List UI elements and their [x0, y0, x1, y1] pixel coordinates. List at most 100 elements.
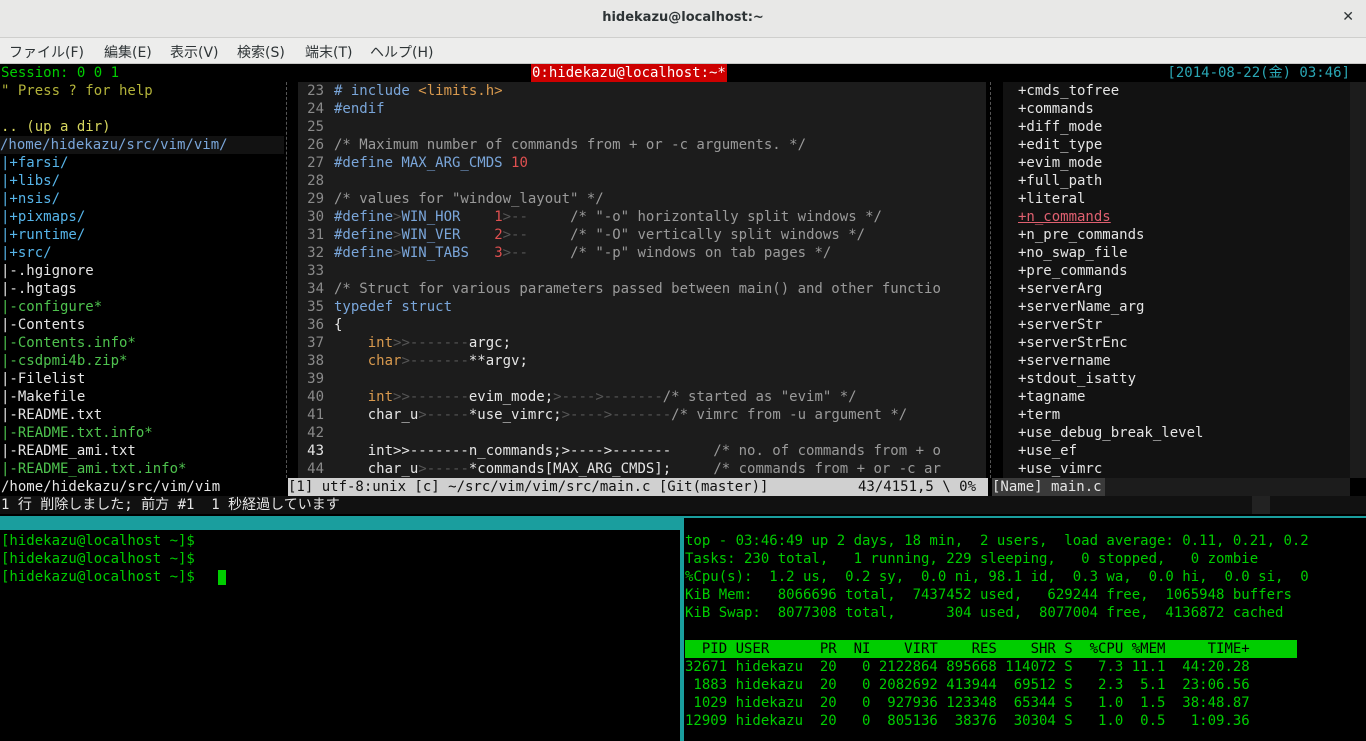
taglist-item[interactable]: +no_swap_file: [1018, 244, 1128, 262]
explorer-item[interactable]: |-Filelist: [1, 370, 85, 388]
menu-search[interactable]: 検索(S): [237, 42, 285, 62]
editor-code-line[interactable]: int>>-------evim_mode;>---->-------/* st…: [334, 388, 984, 406]
taglist-item[interactable]: +commands: [1018, 100, 1094, 118]
editor-code-line[interactable]: /* Struct for various parameters passed …: [334, 280, 984, 298]
editor-code-line[interactable]: {: [334, 316, 984, 334]
taglist-item[interactable]: +pre_commands: [1018, 262, 1128, 280]
taglist-item[interactable]: +edit_type: [1018, 136, 1102, 154]
code-token: int: [367, 335, 394, 351]
terminal-area[interactable]: Session: 0 0 1 0:hidekazu@localhost:~* […: [0, 64, 1366, 741]
taglist-item[interactable]: +servername: [1018, 352, 1111, 370]
editor-code-line[interactable]: char_u>-----*use_vimrc;>---->-------/* v…: [334, 406, 984, 424]
taglist-item[interactable]: +serverArg: [1018, 280, 1102, 298]
menu-edit[interactable]: 編集(E): [104, 42, 152, 62]
code-token: char_u: [334, 461, 419, 477]
taglist-item[interactable]: +serverStrEnc: [1018, 334, 1128, 352]
editor-line-number: 27: [307, 155, 324, 171]
explorer-item[interactable]: |-README.txt: [1, 406, 102, 424]
editor-code-line[interactable]: #define>WIN_HOR 1>-- /* "-o" horizontall…: [334, 208, 984, 226]
explorer-item[interactable]: |+runtime/: [1, 226, 85, 244]
pane-border-top-left: [0, 516, 684, 530]
explorer-item[interactable]: |+src/: [1, 244, 52, 262]
editor-code-line[interactable]: /* values for "window_layout" */: [334, 190, 984, 208]
taglist-item[interactable]: +n_pre_commands: [1018, 226, 1144, 244]
taglist-item[interactable]: +n_commands: [1018, 208, 1111, 226]
explorer-item[interactable]: |-Contents.info*: [1, 334, 136, 352]
top-process-row: 1883 hidekazu 20 0 2082692 413944 69512 …: [685, 677, 1250, 693]
explorer-item[interactable]: |-.hgignore: [1, 262, 94, 280]
taglist-item[interactable]: +full_path: [1018, 172, 1102, 190]
editor-code-line[interactable]: #define>WIN_VER 2>-- /* "-O" vertically …: [334, 226, 984, 244]
code-token: <limits.h>: [418, 83, 503, 99]
editor-code-line[interactable]: [334, 118, 984, 136]
menu-terminal[interactable]: 端末(T): [305, 42, 352, 62]
explorer-item[interactable]: |+nsis/: [1, 190, 60, 208]
editor-code-line[interactable]: [334, 262, 984, 280]
code-token: evim_mode;: [468, 389, 554, 405]
code-token: 10: [511, 155, 528, 171]
taglist-item[interactable]: +stdout_isatty: [1018, 370, 1136, 388]
editor-code-line[interactable]: #define MAX_ARG_CMDS 10: [334, 154, 984, 172]
editor-status-position: 43/4151,5 \ 0%: [858, 479, 977, 495]
taglist-item[interactable]: +tagname: [1018, 388, 1085, 406]
editor-code-line[interactable]: int>>-------argc;: [334, 334, 984, 352]
editor-line-number: 24: [307, 101, 324, 117]
explorer-up-dir[interactable]: .. (up a dir): [1, 118, 111, 136]
code-token: WIN_TABS: [401, 245, 469, 261]
taglist-item[interactable]: +use_debug_break_level: [1018, 424, 1203, 442]
taglist-item[interactable]: +serverName_arg: [1018, 298, 1144, 316]
taglist-item[interactable]: +literal: [1018, 190, 1085, 208]
editor-line-number: 42: [307, 425, 324, 441]
editor-code-line[interactable]: [334, 424, 984, 442]
explorer-item[interactable]: |-Makefile: [1, 388, 85, 406]
menu-bar: ファイル(F) 編集(E) 表示(V) 検索(S) 端末(T) ヘルプ(H): [0, 38, 1366, 64]
editor-code-line[interactable]: #endif: [334, 100, 984, 118]
shell-prompt[interactable]: [hidekazu@localhost ~]$: [1, 568, 203, 586]
editor-code-line[interactable]: [334, 172, 984, 190]
code-token: >>-------: [393, 389, 469, 405]
editor-code-line[interactable]: typedef struct: [334, 298, 984, 316]
editor-code-line[interactable]: char_u>-----*commands[MAX_ARG_CMDS]; /* …: [334, 460, 984, 478]
editor-line-number: 28: [307, 173, 324, 189]
explorer-item[interactable]: |-README_ami.txt.info*: [1, 460, 186, 478]
code-token: >---->-------: [561, 407, 672, 423]
menu-view[interactable]: 表示(V): [170, 42, 219, 62]
menu-help[interactable]: ヘルプ(H): [370, 42, 433, 62]
close-icon[interactable]: ✕: [1342, 9, 1354, 25]
taglist-item[interactable]: +diff_mode: [1018, 118, 1102, 136]
explorer-item[interactable]: |-Contents: [1, 316, 85, 334]
explorer-item[interactable]: |-configure*: [1, 298, 102, 316]
taglist-item[interactable]: +evim_mode: [1018, 154, 1102, 172]
editor-line-number: 44: [307, 461, 324, 477]
editor-code-line[interactable]: # include <limits.h>: [334, 82, 984, 100]
editor-code-line[interactable]: int>>-------n_commands;>---->------- /* …: [334, 442, 984, 460]
taglist-item[interactable]: +cmds_tofree: [1018, 82, 1119, 100]
taglist-item[interactable]: +use_ef: [1018, 442, 1077, 460]
explorer-item[interactable]: |+libs/: [1, 172, 60, 190]
menu-file[interactable]: ファイル(F): [9, 42, 84, 62]
top-process-row: 12909 hidekazu 20 0 805136 38376 30304 S…: [685, 713, 1250, 729]
vim-right-margin: [1350, 82, 1366, 478]
taglist-item[interactable]: +use_vimrc: [1018, 460, 1102, 478]
editor-code-line[interactable]: /* Maximum number of commands from + or …: [334, 136, 984, 154]
editor-code-line[interactable]: char>-------**argv;: [334, 352, 984, 370]
code-token: /* "-O" vertically split windows */: [570, 227, 866, 243]
taglist-item[interactable]: +term: [1018, 406, 1060, 424]
explorer-item[interactable]: |+pixmaps/: [1, 208, 85, 226]
editor-code-line[interactable]: [334, 370, 984, 388]
explorer-item[interactable]: |-README.txt.info*: [1, 424, 153, 442]
explorer-item[interactable]: |+farsi/: [1, 154, 68, 172]
taglist-item[interactable]: +serverStr: [1018, 316, 1102, 334]
explorer-item[interactable]: |-.hgtags: [1, 280, 77, 298]
tmux-window-tab[interactable]: 0:hidekazu@localhost:~*: [531, 64, 727, 82]
top-process-row: 32671 hidekazu 20 0 2122864 895668 11407…: [685, 659, 1250, 675]
window-title: hidekazu@localhost:~: [602, 10, 764, 25]
editor-line-number: 41: [307, 407, 324, 423]
code-token: *commands[MAX_ARG_CMDS];: [468, 461, 714, 477]
editor-code-line[interactable]: #define>WIN_TABS 3>-- /* "-p" windows on…: [334, 244, 984, 262]
top-process-row: 1029 hidekazu 20 0 927936 123348 65344 S…: [685, 695, 1250, 711]
explorer-item[interactable]: |-README_ami.txt: [1, 442, 136, 460]
explorer-item[interactable]: |-csdpmi4b.zip*: [1, 352, 127, 370]
